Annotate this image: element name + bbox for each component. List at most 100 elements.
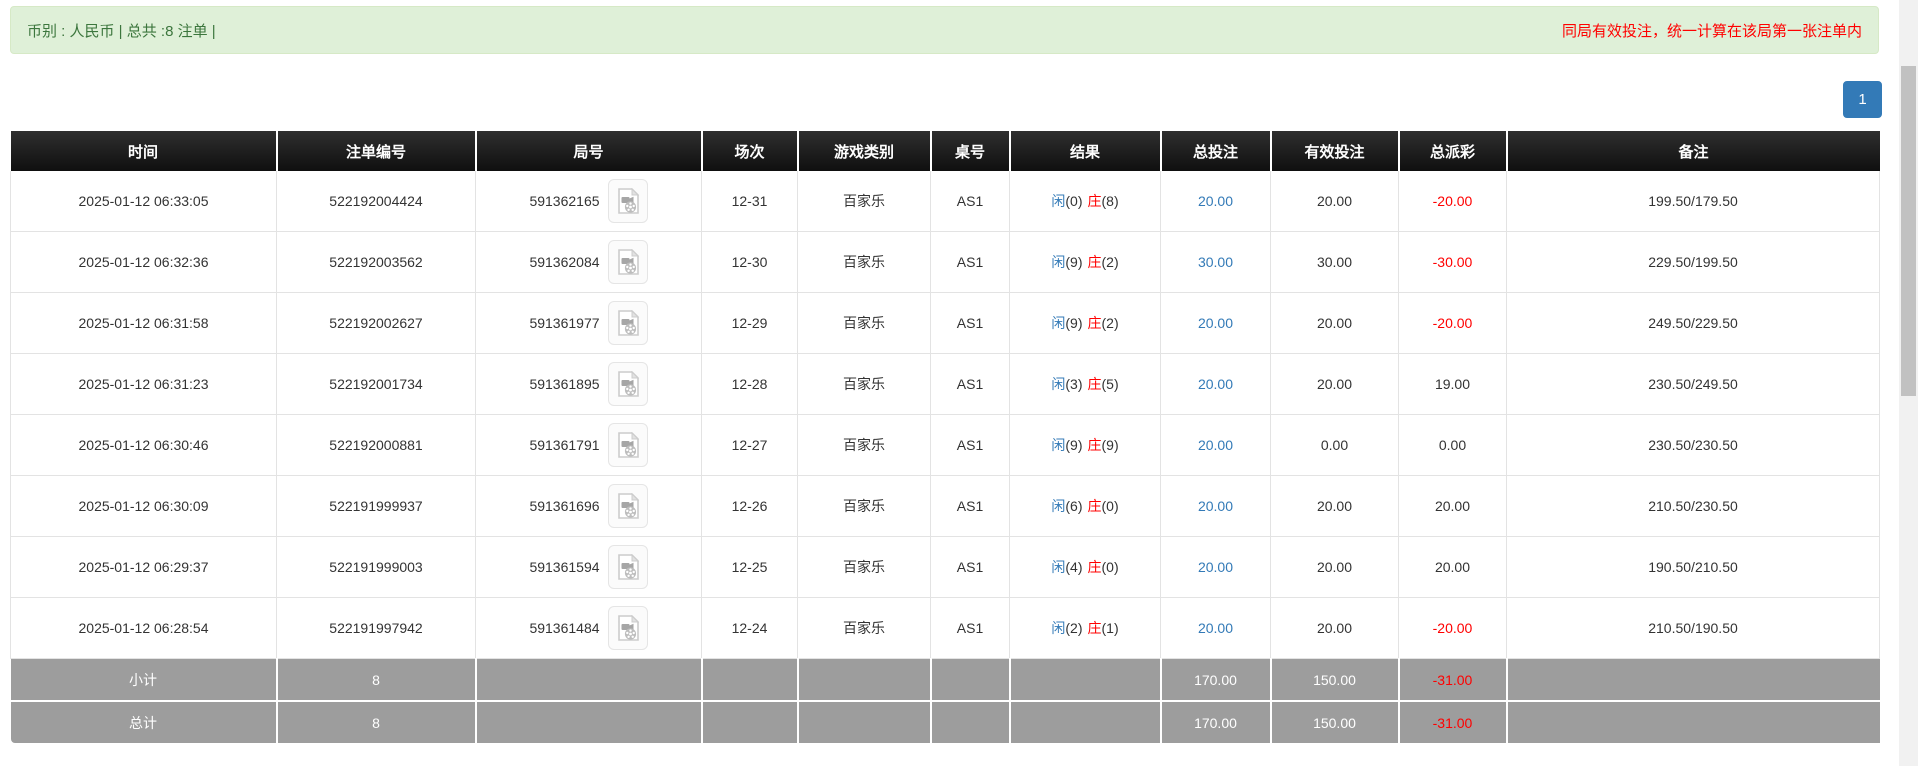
grand-total-label: 总计 xyxy=(11,701,277,743)
total-bet-cell: 20.00 xyxy=(1161,598,1271,659)
bet-id-cell: 522191997942 xyxy=(277,598,476,659)
video-replay-button[interactable] xyxy=(608,301,648,345)
result-cell: 闲(9)庄(2) xyxy=(1010,232,1161,293)
valid-bet-cell: 20.00 xyxy=(1271,293,1399,354)
table-no-cell: AS1 xyxy=(931,415,1010,476)
table-no-cell: AS1 xyxy=(931,537,1010,598)
payout-cell: 20.00 xyxy=(1399,476,1507,537)
time-cell: 2025-01-12 06:32:36 xyxy=(11,232,277,293)
valid-bet-cell: 20.00 xyxy=(1271,537,1399,598)
column-header-game-type: 游戏类别 xyxy=(798,131,931,171)
time-cell: 2025-01-12 06:30:09 xyxy=(11,476,277,537)
round-id-cell: 591362084 xyxy=(476,232,702,293)
remark-cell: 190.50/210.50 xyxy=(1507,537,1880,598)
empty-cell xyxy=(798,659,931,702)
player-result-label: 闲 xyxy=(1051,254,1065,270)
table-row: 2025-01-12 06:28:54 522191997942 5913614… xyxy=(11,598,1880,659)
session-cell: 12-28 xyxy=(702,354,798,415)
video-replay-button[interactable] xyxy=(608,545,648,589)
subtotal-row: 小计 8 170.00 150.00 -31.00 xyxy=(11,659,1880,702)
notice-bar: 币别 : 人民币 | 总共 :8 注单 | 同局有效投注，统一计算在该局第一张注… xyxy=(10,6,1879,54)
table-row: 2025-01-12 06:32:36 522192003562 5913620… xyxy=(11,232,1880,293)
session-cell: 12-29 xyxy=(702,293,798,354)
bet-id-cell: 522192000881 xyxy=(277,415,476,476)
remark-cell: 230.50/249.50 xyxy=(1507,354,1880,415)
bet-records-table: 时间 注单编号 局号 场次 游戏类别 桌号 结果 总投注 有效投注 总派彩 备注… xyxy=(10,131,1880,743)
remark-cell: 230.50/230.50 xyxy=(1507,415,1880,476)
session-cell: 12-25 xyxy=(702,537,798,598)
total-bet-cell: 20.00 xyxy=(1161,293,1271,354)
time-cell: 2025-01-12 06:29:37 xyxy=(11,537,277,598)
table-row: 2025-01-12 06:33:05 522192004424 5913621… xyxy=(11,171,1880,232)
payout-cell: -20.00 xyxy=(1399,293,1507,354)
subtotal-total-bet: 170.00 xyxy=(1161,659,1271,702)
round-id-text: 591361484 xyxy=(529,620,599,636)
empty-cell xyxy=(931,659,1010,702)
valid-bet-cell: 30.00 xyxy=(1271,232,1399,293)
table-row: 2025-01-12 06:30:46 522192000881 5913617… xyxy=(11,415,1880,476)
player-result-label: 闲 xyxy=(1051,620,1065,636)
result-cell: 闲(3)庄(5) xyxy=(1010,354,1161,415)
valid-bet-cell: 20.00 xyxy=(1271,171,1399,232)
subtotal-label: 小计 xyxy=(11,659,277,702)
pagination-page-1[interactable]: 1 xyxy=(1843,81,1882,118)
banker-result-label: 庄 xyxy=(1088,559,1102,575)
banker-result-label: 庄 xyxy=(1088,376,1102,392)
video-replay-button[interactable] xyxy=(608,484,648,528)
currency-summary-text: 币别 : 人民币 | 总共 :8 注单 | xyxy=(27,20,216,41)
player-result-value: (4) xyxy=(1065,559,1082,575)
bet-id-cell: 522191999003 xyxy=(277,537,476,598)
subtotal-payout: -31.00 xyxy=(1399,659,1507,702)
grand-total-total-bet: 170.00 xyxy=(1161,701,1271,743)
banker-result-label: 庄 xyxy=(1088,437,1102,453)
video-replay-button[interactable] xyxy=(608,240,648,284)
column-header-bet-id: 注单编号 xyxy=(277,131,476,171)
empty-cell xyxy=(1010,701,1161,743)
scrollbar-thumb[interactable] xyxy=(1901,66,1916,396)
game-type-cell: 百家乐 xyxy=(798,354,931,415)
round-id-cell: 591361696 xyxy=(476,476,702,537)
column-header-time: 时间 xyxy=(11,131,277,171)
player-result-label: 闲 xyxy=(1051,437,1065,453)
player-result-value: (9) xyxy=(1065,254,1082,270)
game-type-cell: 百家乐 xyxy=(798,598,931,659)
banker-result-label: 庄 xyxy=(1088,315,1102,331)
video-file-icon xyxy=(616,249,640,275)
table-no-cell: AS1 xyxy=(931,232,1010,293)
column-header-payout: 总派彩 xyxy=(1399,131,1507,171)
video-replay-button[interactable] xyxy=(608,179,648,223)
bet-id-cell: 522192001734 xyxy=(277,354,476,415)
time-cell: 2025-01-12 06:28:54 xyxy=(11,598,277,659)
scrollbar-track[interactable] xyxy=(1899,0,1918,766)
session-cell: 12-26 xyxy=(702,476,798,537)
game-type-cell: 百家乐 xyxy=(798,415,931,476)
empty-cell xyxy=(702,701,798,743)
video-file-icon xyxy=(616,310,640,336)
video-replay-button[interactable] xyxy=(608,362,648,406)
valid-bet-cell: 20.00 xyxy=(1271,598,1399,659)
table-row: 2025-01-12 06:29:37 522191999003 5913615… xyxy=(11,537,1880,598)
valid-bet-cell: 20.00 xyxy=(1271,476,1399,537)
game-type-cell: 百家乐 xyxy=(798,171,931,232)
round-id-cell: 591361977 xyxy=(476,293,702,354)
player-result-label: 闲 xyxy=(1051,376,1065,392)
round-id-text: 591361594 xyxy=(529,559,599,575)
player-result-value: (9) xyxy=(1065,437,1082,453)
banker-result-value: (0) xyxy=(1102,498,1119,514)
payout-cell: -20.00 xyxy=(1399,171,1507,232)
grand-total-count: 8 xyxy=(277,701,476,743)
payout-cell: -20.00 xyxy=(1399,598,1507,659)
video-replay-button[interactable] xyxy=(608,606,648,650)
result-cell: 闲(9)庄(2) xyxy=(1010,293,1161,354)
game-type-cell: 百家乐 xyxy=(798,232,931,293)
banker-result-label: 庄 xyxy=(1088,498,1102,514)
round-id-text: 591361696 xyxy=(529,498,599,514)
video-replay-button[interactable] xyxy=(608,423,648,467)
remark-cell: 249.50/229.50 xyxy=(1507,293,1880,354)
player-result-label: 闲 xyxy=(1051,315,1065,331)
video-file-icon xyxy=(616,432,640,458)
banker-result-value: (5) xyxy=(1102,376,1119,392)
game-type-cell: 百家乐 xyxy=(798,476,931,537)
player-result-label: 闲 xyxy=(1051,193,1065,209)
video-file-icon xyxy=(616,493,640,519)
